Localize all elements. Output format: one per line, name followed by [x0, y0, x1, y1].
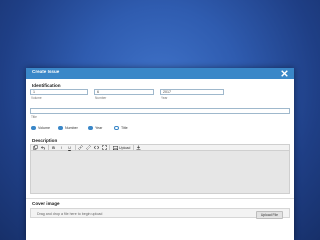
description-heading: Description	[32, 138, 58, 143]
section-divider	[26, 198, 294, 199]
upload-file-button[interactable]: Upload File	[255, 210, 283, 219]
code-icon[interactable]	[92, 145, 100, 151]
close-icon[interactable]	[281, 70, 288, 77]
option-volume[interactable]: Volume	[31, 126, 50, 130]
bold-icon[interactable]: B	[50, 145, 58, 151]
download-icon[interactable]	[135, 145, 143, 151]
unlink-icon[interactable]	[84, 145, 92, 151]
checked-radio-icon	[88, 126, 93, 130]
toolbar-divider	[48, 145, 49, 150]
option-title-label: Title	[121, 126, 128, 130]
modal-header: Create Issue	[26, 68, 294, 79]
volume-label: Volume	[31, 96, 42, 100]
year-input[interactable]: 2017	[160, 89, 224, 95]
undo-icon[interactable]	[39, 145, 47, 151]
fullscreen-icon[interactable]	[100, 145, 108, 151]
toolbar-upload-button[interactable]: Upload	[111, 145, 133, 150]
editor-toolbar: B I U Upload	[30, 144, 290, 151]
description-editor[interactable]	[30, 151, 290, 194]
checked-radio-icon	[31, 126, 36, 130]
toolbar-divider	[74, 145, 75, 150]
toolbar-upload-label: Upload	[119, 145, 131, 150]
toolbar-divider	[109, 145, 110, 150]
unchecked-radio-icon	[114, 126, 119, 130]
image-icon	[112, 145, 118, 150]
identification-heading: Identification	[32, 83, 61, 88]
number-label: Number	[95, 96, 107, 100]
title-input[interactable]	[30, 108, 290, 114]
number-input[interactable]: 6	[94, 89, 154, 95]
option-year[interactable]: Year	[88, 126, 102, 130]
option-volume-label: Volume	[38, 126, 50, 130]
toolbar-divider	[133, 145, 134, 150]
link-icon[interactable]	[76, 145, 84, 151]
dropzone-text: Drag and drop a file here to begin uploa…	[37, 211, 103, 216]
volume-input[interactable]: 1	[30, 89, 88, 95]
cover-image-heading: Cover image	[32, 201, 60, 206]
italic-icon[interactable]: I	[58, 145, 66, 151]
title-label: Title	[31, 115, 37, 119]
option-number[interactable]: Number	[58, 126, 78, 130]
checked-radio-icon	[58, 126, 63, 130]
modal-title: Create Issue	[32, 69, 60, 74]
create-issue-modal: Create Issue Identification 1 Volume 6 N…	[26, 68, 294, 240]
cover-image-dropzone[interactable]: Drag and drop a file here to begin uploa…	[30, 208, 290, 219]
underline-icon[interactable]: U	[66, 145, 74, 151]
copy-icon[interactable]	[31, 145, 39, 151]
option-year-label: Year	[95, 126, 103, 130]
year-label: Year	[161, 96, 168, 100]
option-number-label: Number	[65, 126, 78, 130]
option-title[interactable]: Title	[114, 126, 128, 130]
